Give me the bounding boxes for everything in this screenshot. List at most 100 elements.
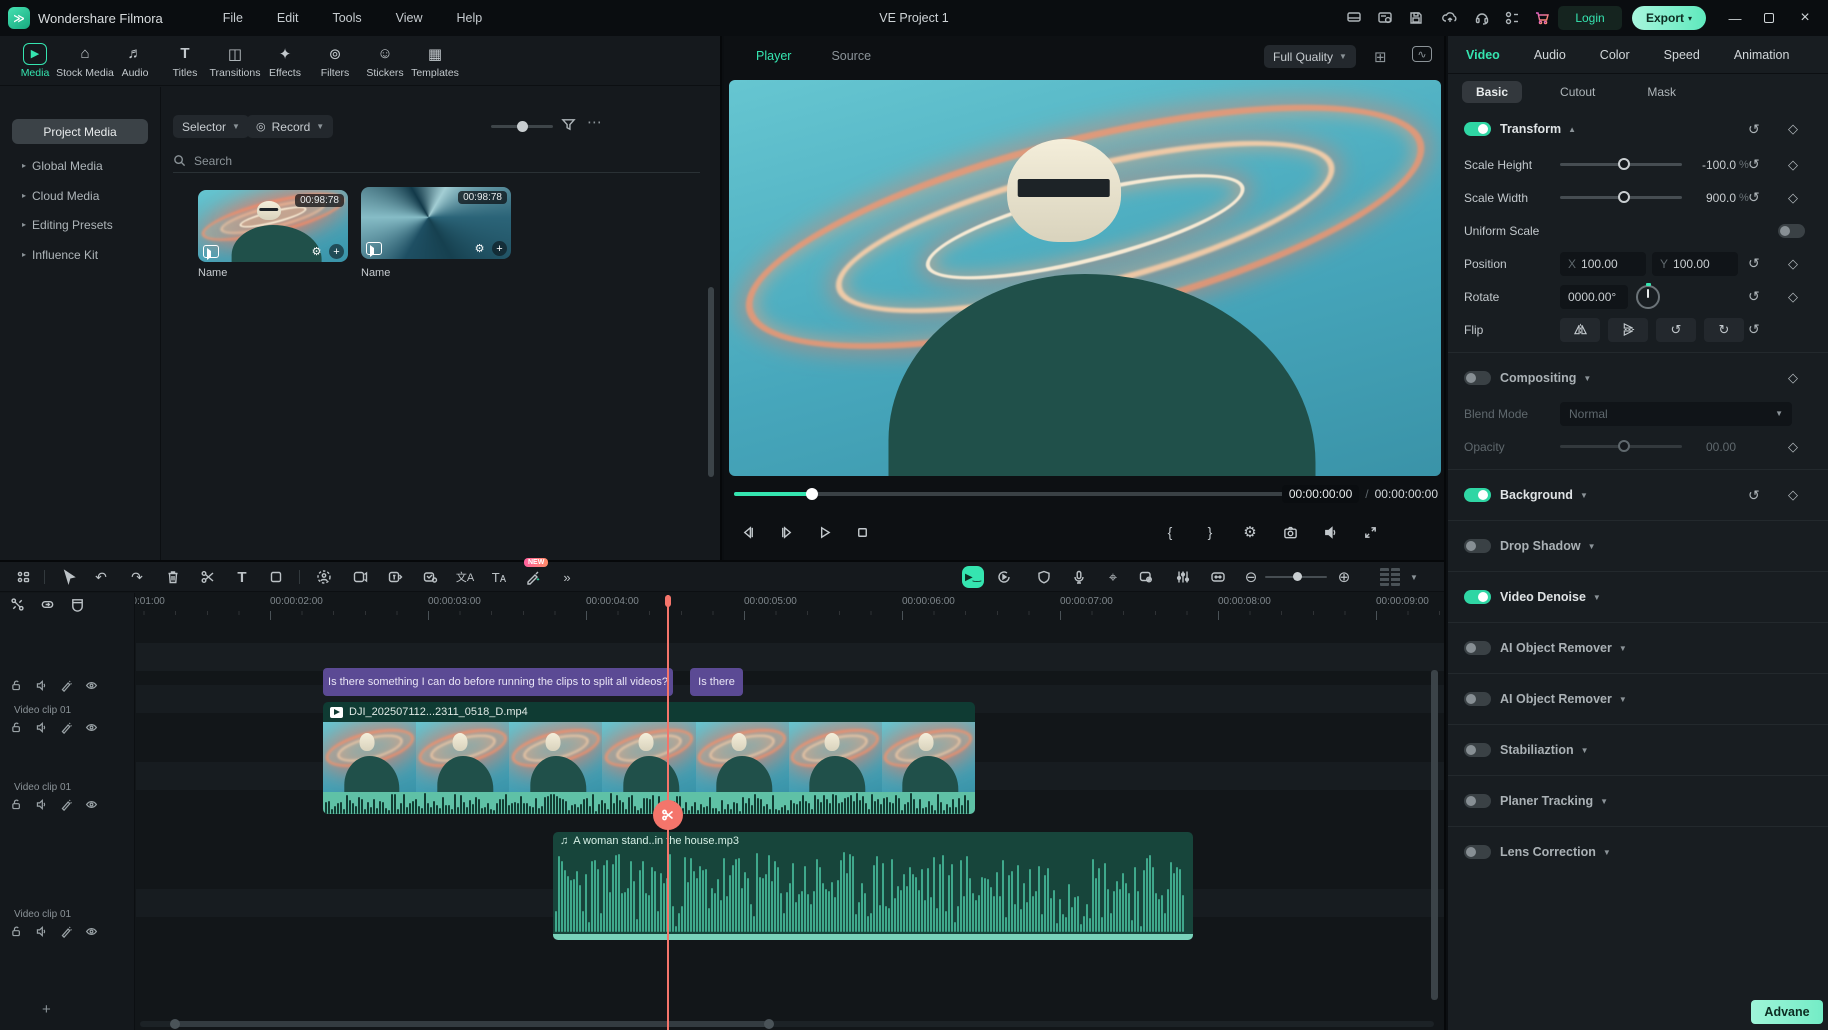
ai-object-remover-toggle[interactable] xyxy=(1464,641,1491,655)
split-scissors-icon[interactable] xyxy=(197,566,219,588)
reset-icon[interactable]: ↺ xyxy=(1748,321,1760,338)
expand-icon[interactable]: ▼ xyxy=(1603,848,1611,857)
unlink-clips-icon[interactable] xyxy=(8,595,26,613)
layout-grid-icon[interactable]: ⊞ xyxy=(1374,48,1387,66)
flip-vertical-button[interactable] xyxy=(1608,318,1648,342)
add-to-timeline-icon[interactable]: + xyxy=(492,241,507,256)
video-preview[interactable] xyxy=(729,80,1441,476)
position-x-field[interactable]: X100.00 xyxy=(1560,252,1646,276)
subtab-basic[interactable]: Basic xyxy=(1462,81,1522,103)
audio-clip[interactable]: ♫A woman stand..in the house.mp3 xyxy=(553,832,1193,940)
menu-view[interactable]: View xyxy=(396,11,423,25)
rotate-field[interactable]: 0000.00° xyxy=(1560,285,1628,309)
translate-icon[interactable]: 文A xyxy=(454,566,476,588)
keyframe-icon[interactable]: ◇ xyxy=(1788,256,1798,272)
volume-icon[interactable] xyxy=(1320,522,1340,542)
expand-icon[interactable]: ▼ xyxy=(1583,374,1591,383)
tab-effects[interactable]: ✦Effects xyxy=(260,36,310,85)
link-clips-icon[interactable] xyxy=(38,595,56,613)
filter-icon[interactable] xyxy=(561,117,576,135)
play-button[interactable] xyxy=(814,522,834,542)
mark-in-icon[interactable]: { xyxy=(1160,522,1180,542)
tab-stickers[interactable]: ☺Stickers xyxy=(360,36,410,85)
tab-player[interactable]: Player xyxy=(756,49,791,63)
slider-knob[interactable] xyxy=(517,121,528,132)
subtab-cutout[interactable]: Cutout xyxy=(1546,81,1609,103)
chevron-down-icon[interactable]: ▼ xyxy=(1403,566,1425,588)
snapshot-camera-icon[interactable] xyxy=(1280,522,1300,542)
settings-icon[interactable]: ⚙ xyxy=(309,244,324,259)
stop-button[interactable] xyxy=(852,522,872,542)
export-button[interactable]: Export▾ xyxy=(1632,6,1706,30)
lock-icon[interactable] xyxy=(10,679,23,692)
add-track-button[interactable]: + xyxy=(42,1001,51,1018)
fullscreen-icon[interactable] xyxy=(1360,522,1380,542)
expand-icon[interactable]: ▼ xyxy=(1588,542,1596,551)
keyframe-icon[interactable]: ◇ xyxy=(1788,121,1798,137)
search-field[interactable]: Search xyxy=(173,149,700,173)
shield-icon[interactable] xyxy=(1033,566,1055,588)
blend-mode-dropdown[interactable]: Normal▼ xyxy=(1560,402,1792,426)
sidebar-item-editing-presets[interactable]: ▸Editing Presets xyxy=(12,212,148,237)
reset-icon[interactable]: ↺ xyxy=(1748,255,1760,272)
tab-filters[interactable]: ⊚Filters xyxy=(310,36,360,85)
tab-transitions[interactable]: ◫Transitions xyxy=(210,36,260,85)
quality-dropdown[interactable]: Full Quality▼ xyxy=(1264,45,1356,68)
mark-out-icon[interactable]: } xyxy=(1200,522,1220,542)
sidebar-item-global-media[interactable]: ▸Global Media xyxy=(12,153,148,178)
expand-icon[interactable]: ▼ xyxy=(1600,797,1608,806)
reset-icon[interactable]: ↺ xyxy=(1748,121,1760,138)
selector-dropdown[interactable]: Selector▼ xyxy=(173,115,249,138)
tab-video[interactable]: Video xyxy=(1466,48,1500,62)
media-item-thumbnail[interactable]: 00:98:78 ⚙ + xyxy=(361,187,511,259)
reset-icon[interactable]: ↺ xyxy=(1748,288,1760,305)
expand-icon[interactable]: ▼ xyxy=(1619,644,1627,653)
ai-portrait-icon[interactable] xyxy=(313,566,335,588)
playhead-handle[interactable] xyxy=(665,595,671,607)
ai-writer-icon[interactable] xyxy=(522,566,544,588)
visibility-eye-icon[interactable] xyxy=(85,925,98,938)
menu-help[interactable]: Help xyxy=(457,11,483,25)
position-y-field[interactable]: Y100.00 xyxy=(1652,252,1738,276)
reset-icon[interactable]: ↺ xyxy=(1748,487,1760,504)
close-button[interactable]: × xyxy=(1788,0,1822,36)
timeline-vertical-scrollbar[interactable] xyxy=(1431,670,1438,1000)
slider-knob[interactable] xyxy=(1293,572,1302,581)
thumbnail-size-slider[interactable] xyxy=(491,125,553,128)
tab-audio[interactable]: Audio xyxy=(1534,48,1566,62)
toolbox-icon[interactable] xyxy=(12,566,34,588)
tab-templates[interactable]: ▦Templates xyxy=(410,36,460,85)
cloud-upload-icon[interactable] xyxy=(1441,9,1459,27)
text-to-speech-icon[interactable] xyxy=(349,566,371,588)
sidebar-item-cloud-media[interactable]: ▸Cloud Media xyxy=(12,183,148,208)
login-button[interactable]: Login xyxy=(1558,6,1622,30)
save-icon[interactable] xyxy=(1407,9,1425,27)
add-to-timeline-icon[interactable]: + xyxy=(329,244,344,259)
maximize-button[interactable] xyxy=(1752,0,1786,36)
transform-toggle[interactable] xyxy=(1464,122,1491,136)
cart-icon[interactable] xyxy=(1533,9,1551,27)
tab-source[interactable]: Source xyxy=(831,49,871,63)
scale-height-value[interactable]: -100.0 xyxy=(1664,158,1736,172)
rotate-dial[interactable] xyxy=(1636,285,1660,309)
clip-preview-icon[interactable] xyxy=(1135,566,1157,588)
lens-correction-toggle[interactable] xyxy=(1464,845,1491,859)
zoom-in-icon[interactable]: ⊕ xyxy=(1333,566,1355,588)
audio-mixer-icon[interactable] xyxy=(1172,566,1194,588)
opacity-value[interactable]: 00.00 xyxy=(1664,440,1736,454)
keyframe-icon[interactable]: ◇ xyxy=(1788,157,1798,173)
keyframe-icon[interactable]: ◇ xyxy=(1788,487,1798,503)
apps-grid-icon[interactable] xyxy=(1503,9,1521,27)
fit-timeline-icon[interactable] xyxy=(1207,566,1229,588)
mute-speaker-icon[interactable] xyxy=(35,679,48,692)
video-denoise-toggle[interactable] xyxy=(1464,590,1491,604)
media-scrollbar[interactable] xyxy=(708,287,714,477)
media-item-thumbnail[interactable]: 00:98:78 ⚙ + xyxy=(198,190,348,262)
seek-bar[interactable] xyxy=(734,492,1334,496)
collapse-icon[interactable]: ▲ xyxy=(1568,125,1576,134)
timeline-horizontal-scrollbar[interactable] xyxy=(140,1021,1434,1027)
menu-tools[interactable]: Tools xyxy=(332,11,361,25)
tab-media[interactable]: ▶Media xyxy=(10,36,60,85)
visibility-eye-icon[interactable] xyxy=(85,679,98,692)
planar-tracking-toggle[interactable] xyxy=(1464,794,1491,808)
